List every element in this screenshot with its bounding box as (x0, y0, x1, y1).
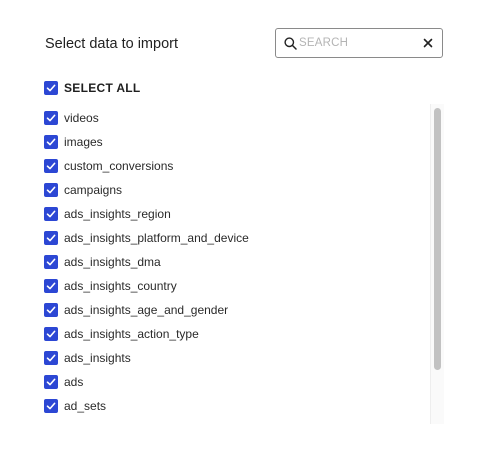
stream-label: ads_insights_country (64, 279, 177, 293)
checkbox-checked-icon (44, 135, 58, 149)
stream-label: campaigns (64, 183, 123, 197)
scrollbar-thumb[interactable] (434, 108, 441, 370)
stream-item[interactable]: ads_insights_platform_and_device (44, 230, 249, 246)
stream-item[interactable]: ads_insights_region (44, 206, 171, 222)
checkbox-checked-icon (44, 81, 58, 95)
search-box[interactable] (275, 28, 443, 58)
checkbox-checked-icon (44, 327, 58, 341)
stream-item[interactable]: videos (44, 110, 99, 126)
checkbox-checked-icon (44, 231, 58, 245)
checkbox-checked-icon (44, 183, 58, 197)
checkbox-checked-icon (44, 303, 58, 317)
stream-label: ads_insights_age_and_gender (64, 303, 229, 317)
stream-label: ads (64, 375, 84, 389)
checkbox-checked-icon (44, 207, 58, 221)
stream-label: ads_insights (64, 351, 131, 365)
stream-item[interactable]: ads_insights_dma (44, 254, 161, 270)
checkbox-checked-icon (44, 159, 58, 173)
stream-label: images (64, 135, 103, 149)
stream-label: ads_insights_platform_and_device (64, 231, 249, 245)
checkbox-checked-icon (44, 375, 58, 389)
stream-item[interactable]: images (44, 134, 103, 150)
stream-list: videos images custom_conversions campaig… (0, 104, 504, 424)
checkbox-checked-icon (44, 111, 58, 125)
close-icon[interactable] (422, 37, 434, 49)
checkbox-checked-icon (44, 351, 58, 365)
checkbox-checked-icon (44, 399, 58, 413)
stream-label: videos (64, 111, 99, 125)
stream-label: ads_insights_dma (64, 255, 161, 269)
select-all-label: SELECT ALL (64, 81, 141, 95)
checkbox-checked-icon (44, 255, 58, 269)
stream-item[interactable]: campaigns (44, 182, 122, 198)
stream-item[interactable]: custom_conversions (44, 158, 173, 174)
checkbox-checked-icon (44, 279, 58, 293)
select-all-checkbox[interactable]: SELECT ALL (44, 80, 141, 96)
stream-label: ad_sets (64, 399, 107, 413)
stream-item[interactable]: ads_insights_action_type (44, 326, 199, 342)
search-input[interactable] (299, 34, 417, 52)
stream-item[interactable]: ads_insights_age_and_gender (44, 302, 228, 318)
stream-item[interactable]: ads_insights_country (44, 278, 177, 294)
stream-item[interactable]: ads (44, 374, 83, 390)
search-icon (284, 37, 297, 50)
stream-label: ads_insights_region (64, 207, 171, 221)
panel-title: Select data to import (45, 36, 178, 52)
stream-item[interactable]: ads_insights (44, 350, 131, 366)
import-data-panel: Select data to import SELECT ALL videos … (0, 0, 504, 472)
stream-item[interactable]: ad_sets (44, 398, 106, 414)
stream-label: custom_conversions (64, 159, 174, 173)
stream-label: ads_insights_action_type (64, 327, 199, 341)
scrollbar-track[interactable] (430, 104, 444, 424)
